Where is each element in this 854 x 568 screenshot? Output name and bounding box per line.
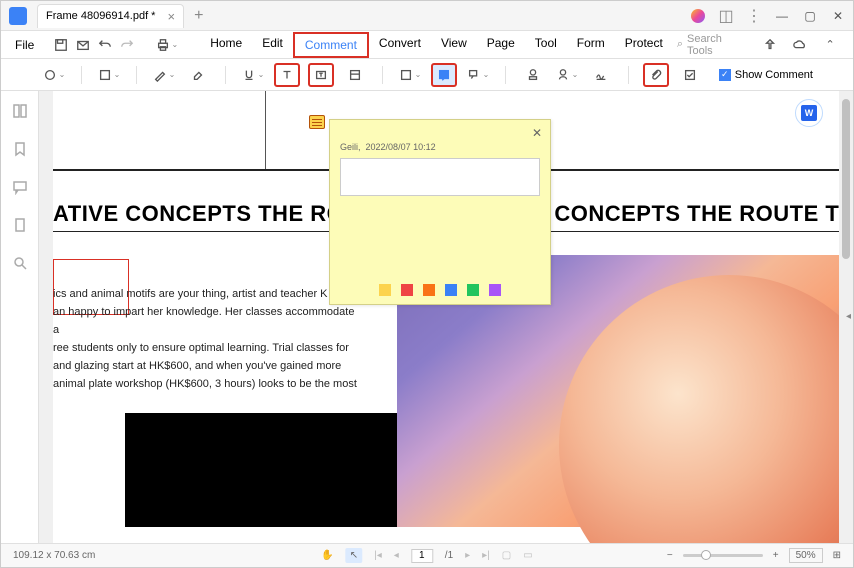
zoom-out-icon[interactable]: −: [667, 550, 673, 561]
sign-tool[interactable]: [588, 63, 614, 87]
shape-tool[interactable]: [397, 63, 423, 87]
profile-icon[interactable]: [691, 9, 705, 23]
page-number-input[interactable]: [411, 549, 433, 563]
note-tool[interactable]: [96, 63, 122, 87]
maximize-button[interactable]: ▢: [803, 9, 817, 23]
tab-title: Frame 48096914.pdf *: [46, 10, 155, 22]
notification-icon[interactable]: ◫: [719, 9, 733, 23]
expand-icon[interactable]: ⌃: [821, 36, 839, 54]
bookmark-icon[interactable]: [12, 141, 28, 157]
area-highlight-tool[interactable]: [342, 63, 368, 87]
close-window-button[interactable]: ✕: [831, 9, 845, 23]
collapse-right-icon[interactable]: ◂: [846, 311, 851, 322]
body-text: ics and animal motifs are your thing, ar…: [53, 285, 363, 393]
signature-tool[interactable]: [554, 63, 580, 87]
color-swatch-green[interactable]: [467, 284, 479, 296]
search-icon: ⌕: [677, 38, 683, 51]
thumbnails-icon[interactable]: [12, 103, 28, 119]
sticky-text-input[interactable]: [340, 158, 540, 196]
color-swatch-red[interactable]: [401, 284, 413, 296]
black-rectangle: [125, 413, 397, 527]
file-menu[interactable]: File: [15, 38, 34, 52]
page-guide: [265, 91, 266, 169]
hand-tool[interactable]: [41, 63, 67, 87]
next-page-icon[interactable]: ▸: [465, 550, 470, 561]
minimize-button[interactable]: —: [775, 9, 789, 23]
checkbox-icon: ✓: [719, 69, 731, 81]
show-comment-label: Show Comment: [735, 69, 813, 81]
sticky-note-popup[interactable]: ✕ Geili, 2022/08/07 10:12: [329, 119, 551, 305]
comments-icon[interactable]: [12, 179, 28, 195]
stamp-tool[interactable]: [520, 63, 546, 87]
statusbar: 109.12 x 70.63 cm ✋ ↖ |◂ ◂ /1 ▸ ▸| ▢ ▭ −…: [1, 543, 853, 567]
callout-tool[interactable]: [465, 63, 491, 87]
search-tools[interactable]: ⌕ Search Tools: [677, 33, 750, 57]
page-dimensions: 109.12 x 70.63 cm: [13, 550, 95, 561]
eraser-tool[interactable]: [185, 63, 211, 87]
tab-edit[interactable]: Edit: [252, 32, 293, 58]
new-tab-button[interactable]: +: [194, 7, 203, 25]
zoom-in-icon[interactable]: +: [773, 550, 779, 561]
text-tool[interactable]: [274, 63, 300, 87]
share-icon[interactable]: [762, 36, 780, 54]
fit-width-icon[interactable]: ▭: [523, 550, 532, 561]
hand-cursor-icon[interactable]: ✋: [321, 550, 333, 561]
titlebar: Frame 48096914.pdf * × + ◫ ⋮ — ▢ ✕: [1, 1, 853, 31]
last-page-icon[interactable]: ▸|: [482, 550, 490, 561]
undo-icon[interactable]: [96, 36, 114, 54]
checkbox-tool[interactable]: [677, 63, 703, 87]
fullscreen-icon[interactable]: ⊞: [833, 550, 841, 561]
tab-convert[interactable]: Convert: [369, 32, 431, 58]
attachments-panel-icon[interactable]: [12, 217, 28, 233]
kebab-menu-icon[interactable]: ⋮: [747, 9, 761, 23]
tab-protect[interactable]: Protect: [615, 32, 673, 58]
sticky-meta: Geili, 2022/08/07 10:12: [330, 142, 550, 152]
first-page-icon[interactable]: |◂: [374, 550, 382, 561]
sticky-close-icon[interactable]: ✕: [532, 126, 542, 140]
color-swatch-purple[interactable]: [489, 284, 501, 296]
comment-toolbar: ✓ Show Comment: [1, 59, 853, 91]
tab-view[interactable]: View: [431, 32, 477, 58]
tab-close-icon[interactable]: ×: [167, 9, 175, 24]
search-placeholder: Search Tools: [687, 33, 750, 57]
search-panel-icon[interactable]: [12, 255, 28, 271]
sticky-note-tool[interactable]: [431, 63, 457, 87]
save-icon[interactable]: [52, 36, 70, 54]
sticky-color-palette: [330, 284, 550, 296]
pencil-tool[interactable]: [151, 63, 177, 87]
color-swatch-blue[interactable]: [445, 284, 457, 296]
app-icon: [9, 7, 27, 25]
redo-icon[interactable]: [118, 36, 136, 54]
tab-comment[interactable]: Comment: [293, 32, 369, 58]
zoom-knob[interactable]: [701, 550, 711, 560]
tab-home[interactable]: Home: [200, 32, 252, 58]
mail-icon[interactable]: [74, 36, 92, 54]
menubar: File ⌄ Home Edit Comment Convert View Pa…: [1, 31, 853, 59]
word-icon: W: [801, 105, 817, 121]
color-swatch-orange[interactable]: [423, 284, 435, 296]
document-tab[interactable]: Frame 48096914.pdf * ×: [37, 4, 184, 28]
left-sidebar: [1, 91, 39, 543]
word-export-button[interactable]: W: [795, 99, 823, 127]
prev-page-icon[interactable]: ◂: [394, 550, 399, 561]
scroll-thumb[interactable]: [842, 99, 850, 259]
textbox-tool[interactable]: [308, 63, 334, 87]
show-comment-toggle[interactable]: ✓ Show Comment: [719, 69, 813, 81]
pointer-cursor-icon[interactable]: ↖: [346, 548, 362, 563]
tab-form[interactable]: Form: [567, 32, 615, 58]
tab-tool[interactable]: Tool: [525, 32, 567, 58]
cloud-icon[interactable]: [791, 36, 809, 54]
underline-tool[interactable]: [240, 63, 266, 87]
note-annotation-icon[interactable]: [309, 115, 325, 129]
planet-graphic: [559, 275, 839, 543]
color-swatch-yellow[interactable]: [379, 284, 391, 296]
fit-page-icon[interactable]: ▢: [502, 550, 511, 561]
zoom-slider[interactable]: [683, 554, 763, 557]
zoom-level[interactable]: 50%: [789, 548, 823, 563]
attachment-tool[interactable]: [643, 63, 669, 87]
page-total: /1: [445, 550, 453, 561]
tab-page[interactable]: Page: [477, 32, 525, 58]
print-icon[interactable]: [154, 36, 172, 54]
